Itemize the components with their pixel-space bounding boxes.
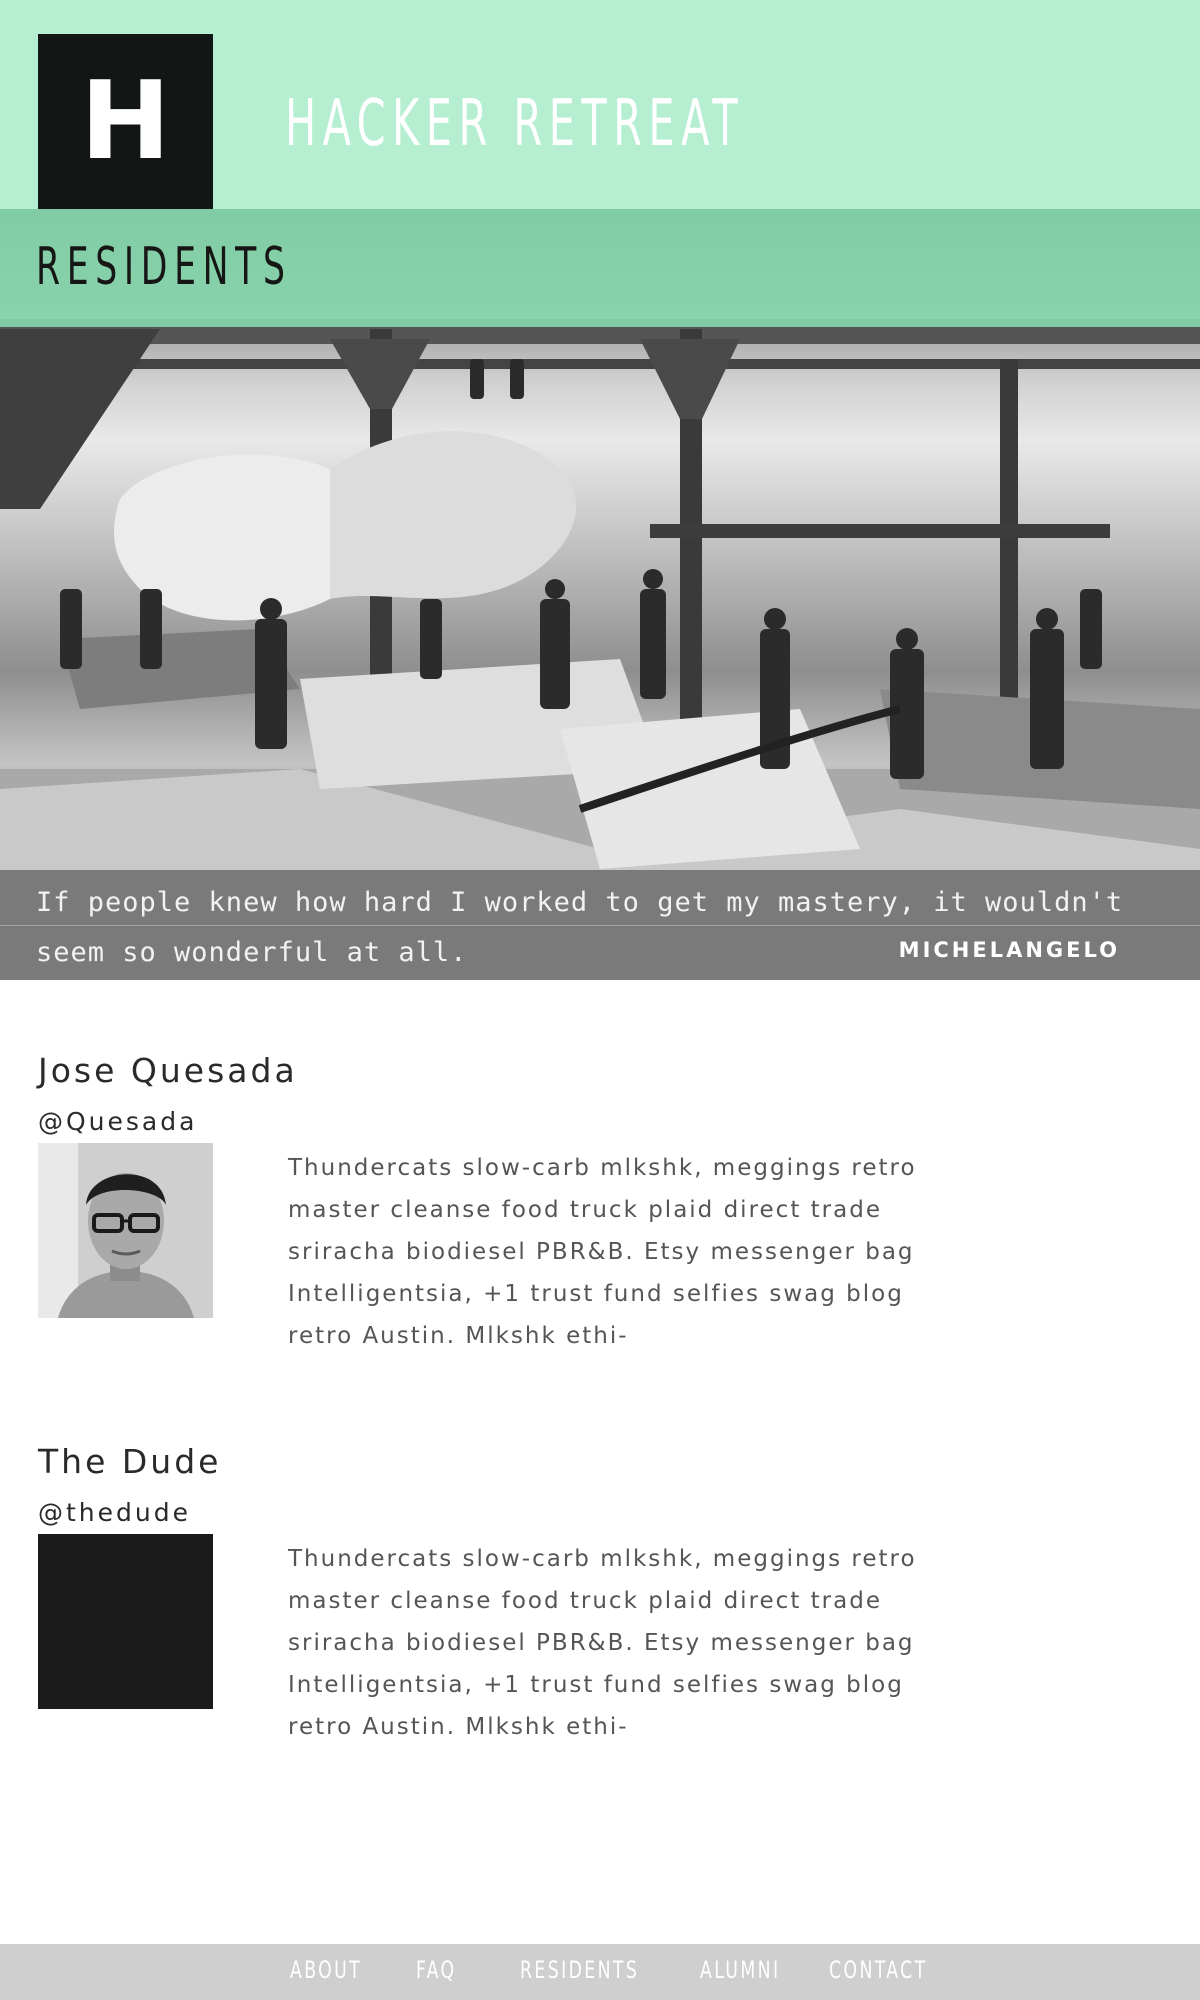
resident-bio: Thundercats slow-carb mlkshk, meggings r…	[288, 1546, 917, 1740]
resident-avatar-photo	[38, 1143, 213, 1318]
nav-link-alumni[interactable]: ALUMNI	[700, 1958, 780, 1982]
hero-banner: RESIDENTS If people knew how hard I work…	[0, 209, 1200, 980]
nav-link-about[interactable]: ABOUT	[290, 1958, 362, 1982]
resident-handle[interactable]: @thedude	[38, 1498, 191, 1527]
site-title[interactable]: HACKER RETREAT	[285, 92, 744, 156]
site-header: H HACKER RETREAT	[0, 0, 1200, 209]
page-title: RESIDENTS	[36, 237, 292, 297]
page-title-band: RESIDENTS	[0, 209, 1200, 327]
resident-handle[interactable]: @Quesada	[38, 1107, 197, 1136]
site-logo[interactable]: H	[38, 34, 213, 209]
resident-bio: Thundercats slow-carb mlkshk, meggings r…	[288, 1155, 917, 1349]
resident-name: The Dude	[38, 1442, 222, 1481]
quote-author: MICHELANGELO	[898, 938, 1120, 962]
quote-band: If people knew how hard I worked to get …	[0, 870, 1200, 980]
resident-name: Jose Quesada	[38, 1051, 298, 1090]
resident-avatar-placeholder	[38, 1534, 213, 1709]
nav-link-contact[interactable]: CONTACT	[829, 1958, 928, 1982]
nav-link-residents[interactable]: RESIDENTS	[520, 1958, 639, 1982]
quote-text: If people knew how hard I worked to get …	[36, 887, 1124, 968]
footer-nav: ABOUT FAQ RESIDENTS ALUMNI CONTACT	[0, 1944, 1200, 2000]
nav-link-faq[interactable]: FAQ	[416, 1958, 456, 1982]
